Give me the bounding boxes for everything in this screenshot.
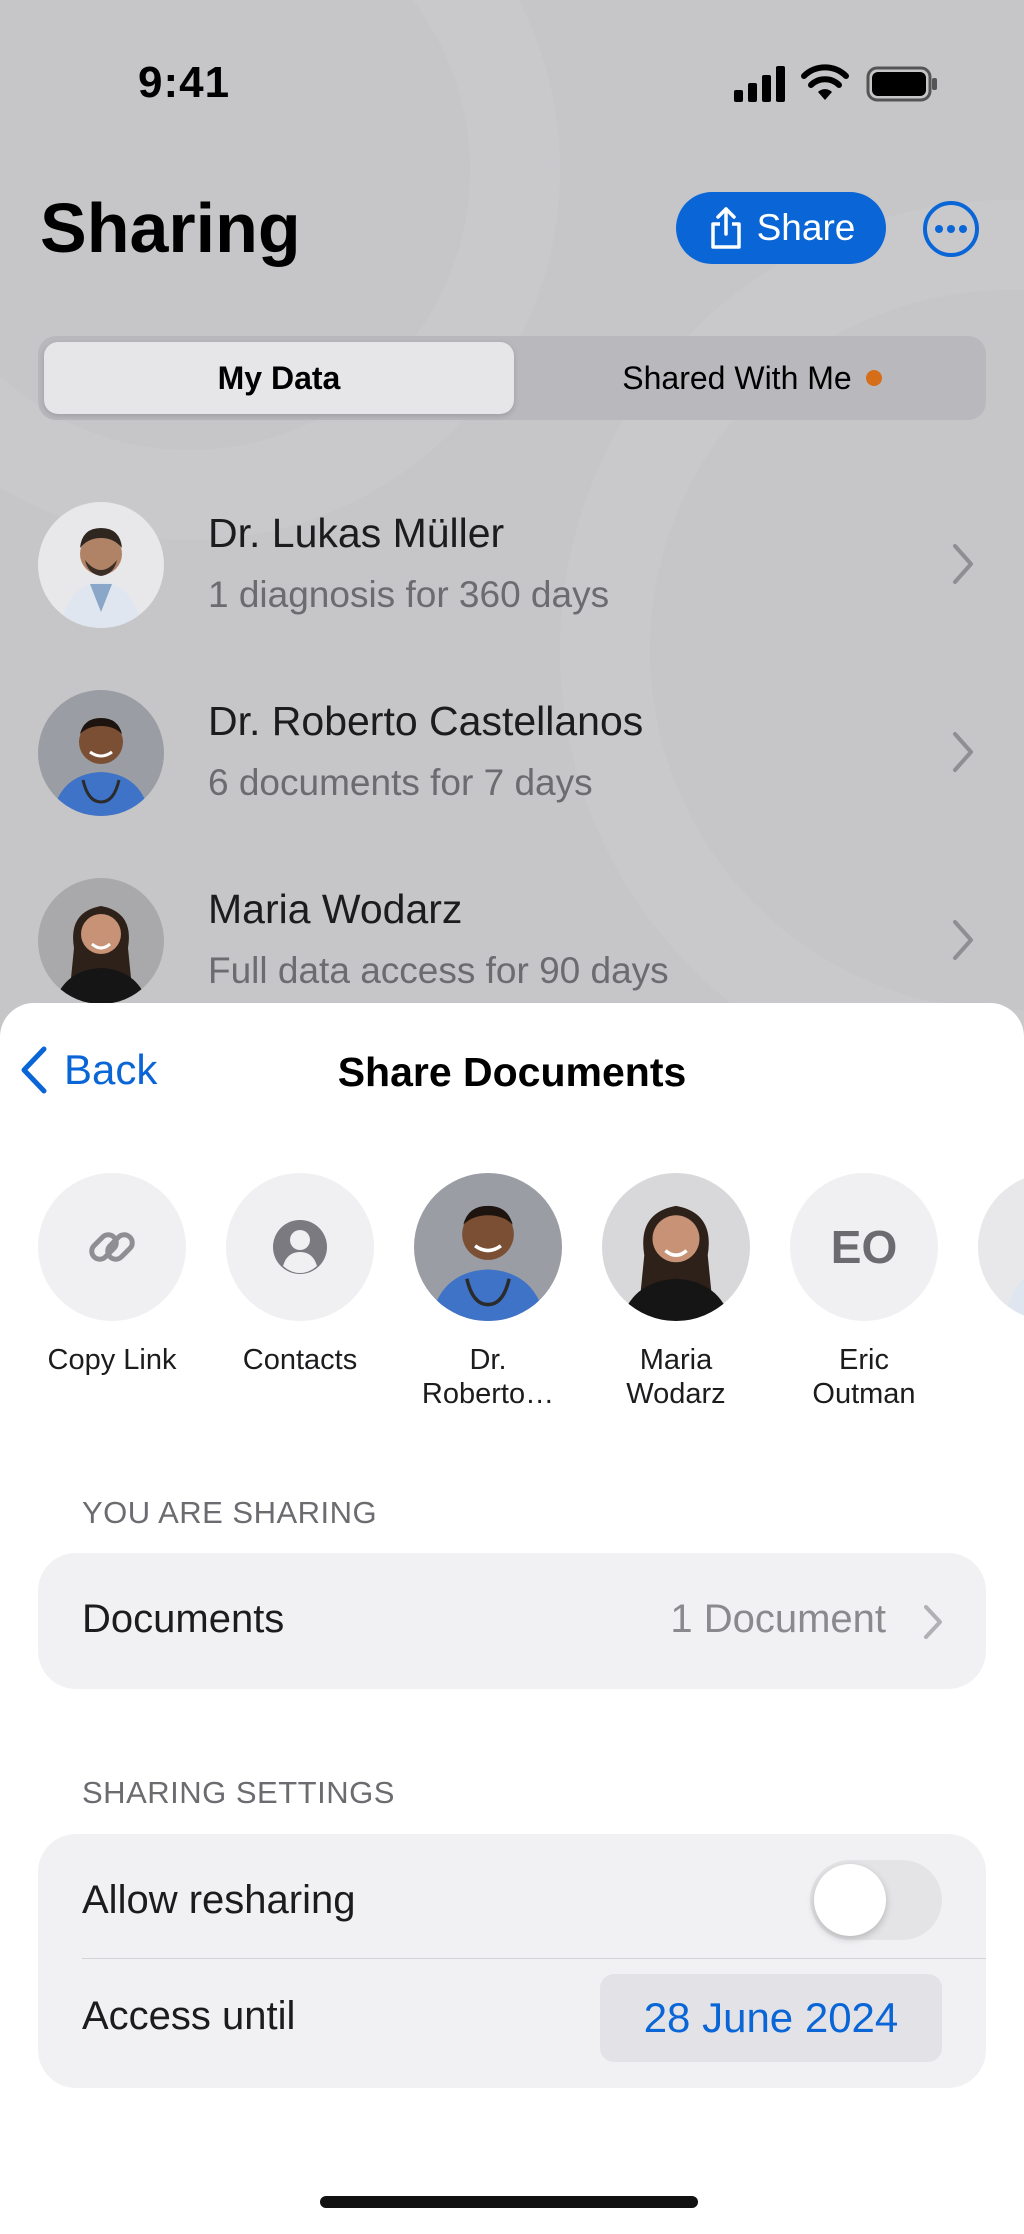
link-icon bbox=[89, 1232, 135, 1262]
allow-resharing-toggle[interactable] bbox=[810, 1860, 942, 1940]
share-target-label: Copy Link bbox=[47, 1344, 177, 1376]
avatar bbox=[602, 1173, 750, 1321]
tab-shared-with-me[interactable]: Shared With Me bbox=[524, 342, 980, 414]
person-name: Dr. Lukas Müller bbox=[208, 510, 505, 556]
share-target-label: Dr bbox=[958, 1343, 1024, 1377]
section-header-you-are-sharing: YOU ARE SHARING bbox=[82, 1495, 378, 1530]
tab-my-data-label: My Data bbox=[217, 359, 341, 396]
documents-row[interactable]: Documents 1 Document bbox=[38, 1553, 986, 1689]
divider bbox=[82, 1958, 986, 1959]
access-until-label: Access until bbox=[82, 1994, 296, 2038]
page-title: Sharing bbox=[40, 189, 301, 267]
share-targets-row: Copy Link Contacts Dr. Roberto… Maria Wo… bbox=[0, 1173, 1024, 1433]
toggle-knob bbox=[814, 1864, 886, 1936]
list-item-person[interactable]: Dr. Lukas Müller 1 diagnosis for 360 day… bbox=[38, 502, 986, 662]
home-indicator bbox=[320, 2196, 698, 2208]
copy-link-circle bbox=[38, 1173, 186, 1321]
share-target-contact[interactable]: Dr. Roberto… bbox=[394, 1173, 582, 1411]
person-name: Maria Wodarz bbox=[208, 886, 463, 932]
share-target-contacts[interactable]: Contacts bbox=[206, 1173, 394, 1377]
access-until-date-picker[interactable]: 28 June 2024 bbox=[600, 1974, 942, 2062]
share-icon bbox=[710, 207, 741, 249]
chevron-right-icon bbox=[953, 732, 973, 772]
share-label: Share bbox=[756, 207, 856, 248]
share-target-contact[interactable]: Dr bbox=[958, 1173, 1024, 1377]
segmented-control: My Data Shared With Me bbox=[38, 336, 986, 420]
more-options-icon[interactable] bbox=[922, 200, 980, 258]
notification-dot bbox=[865, 370, 882, 386]
sharing-settings-card: Allow resharing Access until 28 June 202… bbox=[38, 1834, 986, 2088]
documents-label: Documents bbox=[82, 1597, 285, 1641]
avatar bbox=[38, 878, 164, 1004]
contacts-circle bbox=[226, 1173, 374, 1321]
status-bar: 9:41 bbox=[0, 0, 1024, 170]
share-button[interactable]: Share bbox=[676, 192, 886, 264]
avatar bbox=[38, 502, 164, 628]
avatar-photo bbox=[978, 1173, 1024, 1321]
cellular-signal-icon bbox=[734, 66, 785, 102]
status-time: 9:41 bbox=[138, 58, 231, 107]
chevron-right-icon bbox=[953, 920, 973, 960]
section-header-sharing-settings: SHARING SETTINGS bbox=[82, 1775, 395, 1810]
list-item-person[interactable]: Dr. Roberto Castellanos 6 documents for … bbox=[38, 690, 986, 850]
avatar-photo bbox=[414, 1173, 562, 1321]
share-target-label: Maria Wodarz bbox=[626, 1344, 726, 1410]
share-sheet: Back Share Documents Copy Link Contacts bbox=[0, 1003, 1024, 2234]
avatar bbox=[978, 1173, 1024, 1321]
avatar-photo bbox=[602, 1173, 750, 1321]
share-target-contact[interactable]: Maria Wodarz bbox=[582, 1173, 770, 1411]
person-detail: Full data access for 90 days bbox=[208, 950, 669, 991]
tab-my-data[interactable]: My Data bbox=[44, 342, 514, 414]
share-target-label: Eric Outman bbox=[812, 1344, 916, 1410]
person-detail: 6 documents for 7 days bbox=[208, 762, 593, 803]
sheet-title: Share Documents bbox=[337, 1049, 687, 1095]
chevron-right-icon bbox=[953, 544, 973, 584]
battery-icon bbox=[866, 66, 937, 102]
share-target-copy-link[interactable]: Copy Link bbox=[18, 1173, 206, 1377]
person-detail: 1 diagnosis for 360 days bbox=[208, 574, 610, 615]
wifi-icon bbox=[801, 64, 849, 100]
tab-shared-with-me-label: Shared With Me bbox=[622, 359, 852, 396]
allow-resharing-label: Allow resharing bbox=[82, 1878, 356, 1922]
share-target-label: Contacts bbox=[242, 1344, 358, 1376]
share-target-label: Dr. Roberto… bbox=[421, 1344, 555, 1410]
chevron-right-icon bbox=[924, 1605, 942, 1639]
avatar bbox=[414, 1173, 562, 1321]
initials-avatar: EO bbox=[790, 1173, 938, 1321]
avatar bbox=[38, 690, 164, 816]
share-target-contact[interactable]: EO Eric Outman bbox=[770, 1173, 958, 1411]
person-name: Dr. Roberto Castellanos bbox=[208, 698, 644, 744]
documents-count: 1 Document bbox=[670, 1597, 886, 1641]
person-icon bbox=[273, 1220, 327, 1274]
